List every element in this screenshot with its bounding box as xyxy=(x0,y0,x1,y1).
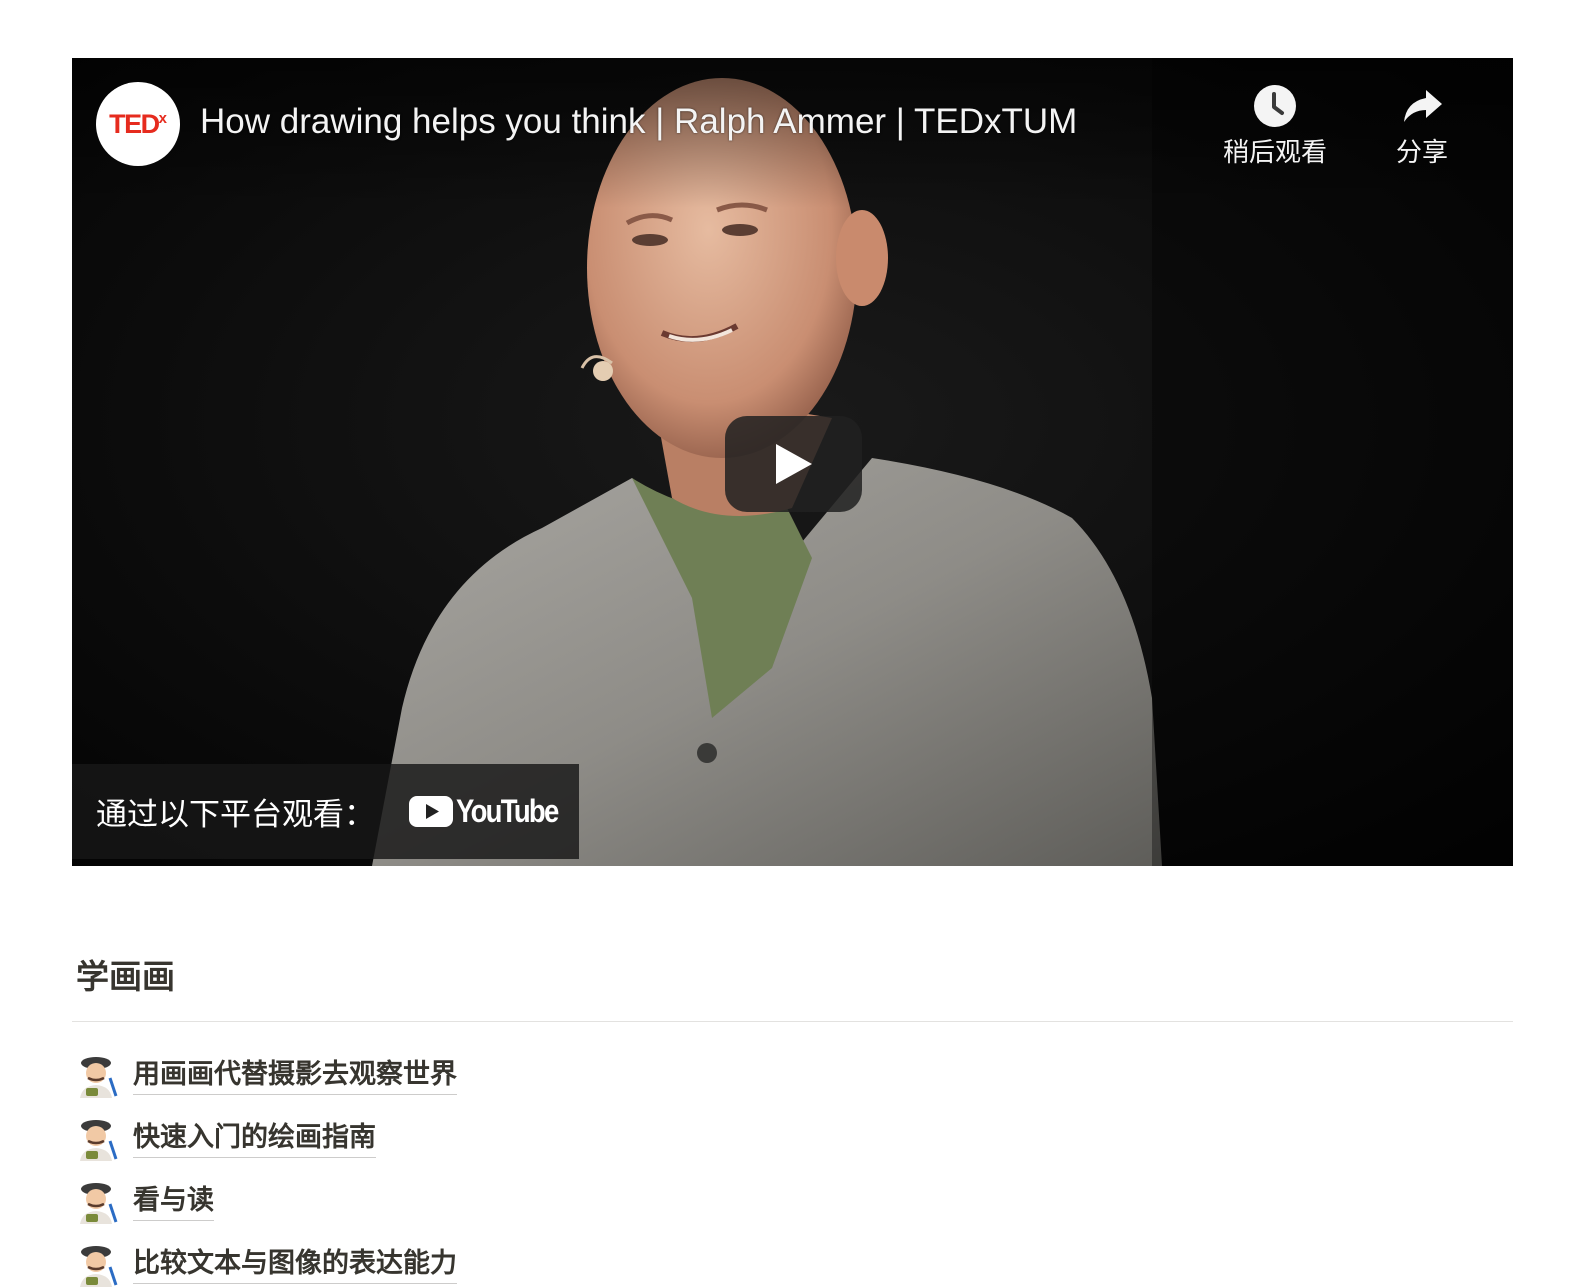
watch-on-youtube-button[interactable]: 通过以下平台观看： YouTube xyxy=(72,764,579,859)
artist-emoji-icon xyxy=(80,1056,118,1098)
page-link-item[interactable]: 用画画代替摄影去观察世界 xyxy=(76,1044,457,1107)
page-link-title: 快速入门的绘画指南 xyxy=(133,1119,376,1158)
section-heading: 学画画 xyxy=(76,957,175,996)
youtube-play-badge-icon xyxy=(409,796,453,827)
youtube-wordmark: YouTube xyxy=(456,793,559,829)
share-button[interactable]: 分享 xyxy=(1352,82,1492,169)
page-link-item[interactable]: 看与读 xyxy=(76,1170,457,1233)
play-button[interactable] xyxy=(725,416,862,512)
artist-emoji-icon xyxy=(80,1245,118,1287)
share-label: 分享 xyxy=(1395,138,1448,168)
divider xyxy=(72,1021,1513,1022)
watch-later-button[interactable]: 稍后观看 xyxy=(1205,82,1345,169)
tedx-logo: TEDx xyxy=(109,108,167,139)
artist-emoji-icon xyxy=(80,1182,118,1224)
clock-icon xyxy=(1254,85,1296,127)
tedx-superscript: x xyxy=(158,109,167,127)
channel-avatar[interactable]: TEDx xyxy=(96,82,180,166)
page-link-item[interactable]: 比较文本与图像的表达能力 xyxy=(76,1233,457,1288)
page-link-item[interactable]: 快速入门的绘画指南 xyxy=(76,1107,457,1170)
page: TEDx How drawing helps you think | Ralph… xyxy=(0,0,1592,1288)
watch-later-label: 稍后观看 xyxy=(1222,138,1327,168)
page-link-title: 用画画代替摄影去观察世界 xyxy=(133,1056,457,1095)
page-link-title: 看与读 xyxy=(133,1182,214,1221)
watch-on-label: 通过以下平台观看： xyxy=(96,797,375,833)
play-icon xyxy=(775,444,812,484)
page-link-list: 用画画代替摄影去观察世界 快速入门的绘画指南 看与读 比较文本与图像的表达能力 xyxy=(76,1044,457,1288)
youtube-logo-icon: YouTube xyxy=(409,793,574,830)
video-title[interactable]: How drawing helps you think | Ralph Amme… xyxy=(200,102,1077,142)
share-arrow-icon xyxy=(1404,90,1442,122)
page-link-title: 比较文本与图像的表达能力 xyxy=(133,1245,457,1284)
artist-emoji-icon xyxy=(80,1119,118,1161)
video-embed[interactable]: TEDx How drawing helps you think | Ralph… xyxy=(72,58,1513,866)
